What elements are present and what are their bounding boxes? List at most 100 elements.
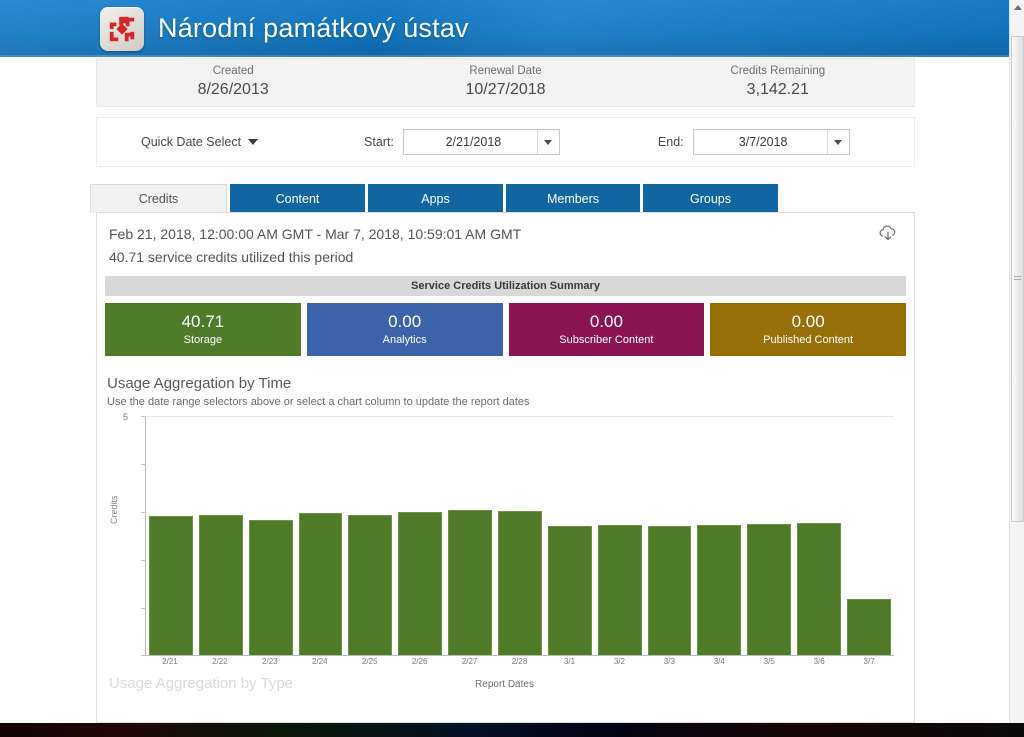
chart-bar-cell: [744, 416, 794, 655]
end-date-input[interactable]: 3/7/2018: [692, 129, 850, 155]
chart-axes: [141, 416, 894, 656]
chart-x-axis: [145, 655, 894, 656]
tab-members[interactable]: Members: [506, 184, 640, 213]
chart-bar-cell: [445, 416, 495, 655]
chart-bar[interactable]: [597, 525, 642, 655]
summary-label: Renewal Date: [469, 65, 542, 77]
summary-value: 10/27/2018: [465, 81, 546, 98]
chart-bar[interactable]: [498, 510, 542, 655]
report-header: Feb 21, 2018, 12:00:00 AM GMT - Mar 7, 2…: [97, 213, 914, 269]
chart-bar[interactable]: [248, 520, 293, 655]
tab-content[interactable]: Content: [230, 184, 365, 213]
summary-cell-credits-remaining: Credits Remaining 3,142.21: [642, 64, 914, 101]
start-date-value: 2/21/2018: [445, 135, 502, 149]
kpi-label: Subscriber Content: [559, 334, 654, 346]
report-credits-utilized: 40.71 service credits utilized this peri…: [109, 249, 354, 265]
tab-credits[interactable]: Credits: [90, 184, 227, 213]
chart-bar[interactable]: [198, 514, 243, 655]
quick-date-select-button[interactable]: Quick Date Select: [141, 135, 259, 149]
tab-groups[interactable]: Groups: [643, 184, 778, 213]
kpi-card-row: 40.71 Storage 0.00 Analytics 0.00 Subscr…: [105, 303, 906, 356]
chart-bar-cell: [495, 416, 545, 655]
chart-title: Usage Aggregation by Time: [107, 375, 292, 392]
credits-report-panel: Feb 21, 2018, 12:00:00 AM GMT - Mar 7, 2…: [96, 212, 915, 723]
chart-bar-cell: [694, 416, 744, 655]
chart-x-tick: 3/7: [863, 657, 875, 666]
end-date-label: End:: [657, 135, 684, 149]
chart-bar[interactable]: [847, 598, 891, 655]
chart-x-tick: 2/28: [511, 657, 528, 666]
npu-pinwheel-logo-icon: [100, 6, 144, 51]
scrollbar-thumb[interactable]: [1011, 36, 1024, 522]
chart-bar-cell: [844, 416, 894, 655]
end-date-group: End: 3/7/2018: [658, 129, 850, 155]
chart-bars: [146, 416, 894, 655]
chart-x-tick: 2/22: [212, 657, 228, 666]
summary-label: Credits Remaining: [730, 65, 826, 77]
chart-x-tick: 2/23: [262, 657, 278, 666]
kpi-card-storage[interactable]: 40.71 Storage: [105, 303, 301, 356]
chart-bar[interactable]: [298, 513, 343, 655]
kpi-label: Published Content: [763, 334, 854, 346]
summary-label: Created: [212, 65, 254, 77]
chart-bar[interactable]: [647, 525, 692, 655]
chart-bar-cell: [645, 416, 695, 655]
app-window: Národní památkový ústav Created 8/26/201…: [0, 0, 1024, 737]
summary-cell-renewal-date: Renewal Date 10/27/2018: [369, 64, 641, 101]
chart-x-tick: 3/3: [663, 657, 675, 666]
chart-bar-cell: [196, 416, 246, 655]
chevron-down-icon: [834, 139, 843, 145]
chart-bar[interactable]: [448, 509, 493, 655]
chart-bar-cell: [794, 416, 844, 655]
vertical-scrollbar[interactable]: [1009, 0, 1024, 723]
chart-bar[interactable]: [747, 524, 792, 655]
chart-x-tick: 2/24: [311, 657, 328, 666]
scrollbar-grip-icon: [1014, 276, 1021, 282]
chart-x-tick: 3/4: [713, 657, 725, 666]
chart-bar-cell: [595, 416, 645, 655]
chart-x-tick: 2/26: [411, 657, 428, 666]
chart-bar-cell: [296, 416, 346, 655]
tab-apps[interactable]: Apps: [368, 184, 503, 213]
start-date-input[interactable]: 2/21/2018: [402, 129, 560, 155]
chart-bar[interactable]: [348, 514, 393, 655]
end-date-value: 3/7/2018: [738, 135, 788, 149]
end-date-dropdown-button[interactable]: [826, 130, 849, 154]
chart-y-axis-label: Credits: [109, 495, 119, 524]
cloud-download-icon[interactable]: [875, 221, 901, 247]
quick-date-select-label: Quick Date Select: [141, 135, 242, 149]
kpi-card-analytics[interactable]: 0.00 Analytics: [306, 303, 503, 356]
app-title: Národní památkový ústav: [158, 13, 469, 43]
summary-value: 3,142.21: [746, 81, 809, 98]
service-credits-section-title: Service Credits Utilization Summary: [105, 276, 906, 296]
chart-x-tick: 3/6: [813, 657, 825, 666]
kpi-value: 0.00: [791, 312, 825, 331]
chart-x-tick: 2/27: [461, 657, 478, 666]
chevron-down-icon: [544, 139, 553, 145]
chart-subtitle: Use the date range selectors above or se…: [107, 396, 530, 408]
usage-aggregation-by-time-chart: Usage Aggregation by Time Use the date r…: [97, 373, 914, 696]
start-date-group: Start: 2/21/2018: [364, 129, 560, 155]
start-date-label: Start:: [364, 135, 394, 149]
chart-bar[interactable]: [148, 516, 193, 655]
chart-plot-area: Credits 5 2/21 2/22 2/23 2/24 2/25 2/26 2/27 2/…: [107, 412, 902, 696]
chart-bar[interactable]: [697, 525, 742, 655]
scroll-up-arrow-icon[interactable]: [1010, 0, 1024, 15]
chart-bar-cell: [345, 416, 395, 655]
report-tabs: Credits Content Apps Members Groups: [90, 184, 920, 213]
kpi-label: Analytics: [382, 334, 427, 346]
summary-value: 8/26/2013: [197, 81, 269, 98]
account-summary-bar: Created 8/26/2013 Renewal Date 10/27/201…: [96, 58, 915, 107]
start-date-dropdown-button[interactable]: [536, 130, 559, 154]
chart-bar[interactable]: [398, 511, 443, 655]
chart-x-tick: 3/5: [763, 657, 775, 666]
app-header-banner: Národní památkový ústav: [0, 0, 1009, 57]
chart-bar[interactable]: [797, 522, 842, 655]
chart-bar-cell: [146, 416, 196, 655]
chart-bar[interactable]: [547, 525, 592, 655]
kpi-card-subscriber-content[interactable]: 0.00 Subscriber Content: [508, 303, 705, 356]
chart-x-tick: 3/1: [563, 657, 576, 666]
chart-x-tick: 3/2: [613, 657, 625, 666]
date-filter-bar: Quick Date Select Start: 2/21/2018 End: …: [96, 117, 915, 167]
kpi-card-published-content[interactable]: 0.00 Published Content: [710, 303, 906, 356]
